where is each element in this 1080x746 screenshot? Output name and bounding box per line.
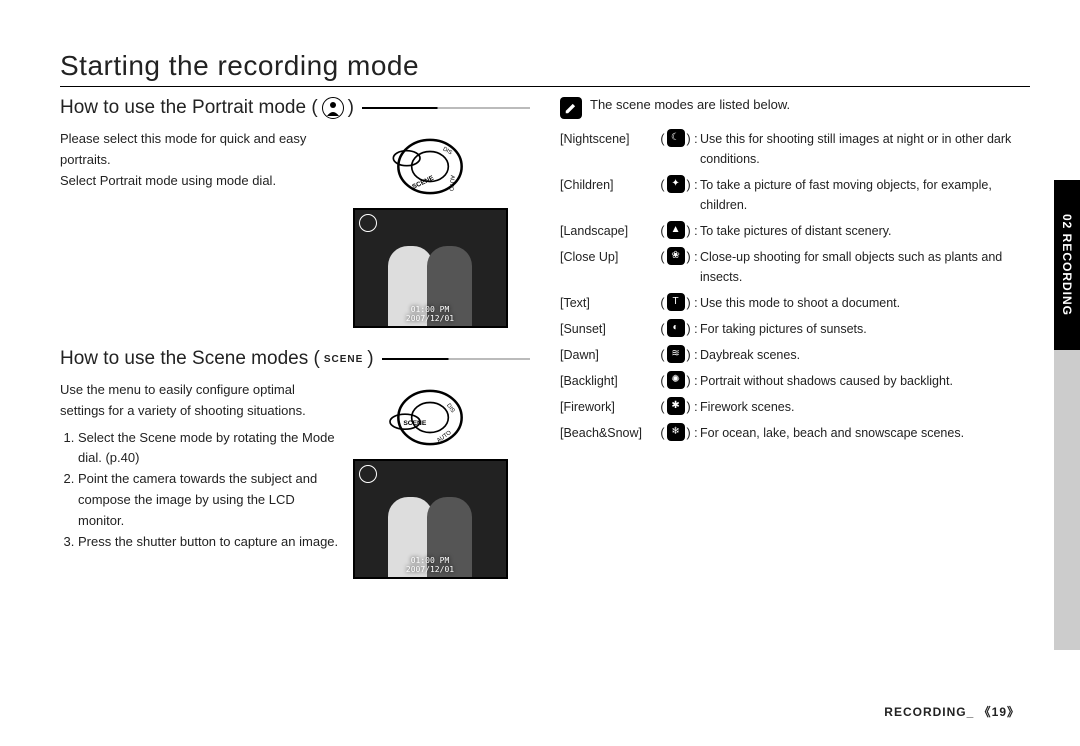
scene-icon-col: ( ❀ ) : [658, 247, 700, 287]
scene-icon-col: ( T ) : [658, 293, 700, 313]
scene-icon-col: ( ☾ ) : [658, 129, 700, 169]
scene-icon: ✱ [667, 397, 685, 415]
scene-icon: ✺ [667, 371, 685, 389]
scene-name: [Children] [560, 175, 658, 215]
scene-step-3: Press the shutter button to capture an i… [78, 532, 340, 553]
section-portrait-heading: How to use the Portrait mode ( ) [60, 97, 530, 121]
scene-name: [Firework] [560, 397, 658, 417]
heading-close: ) [348, 97, 354, 119]
scene-name: [Beach&Snow] [560, 423, 658, 443]
scene-row: [Close Up] ( ❀ ) : Close-up shooting for… [560, 247, 1030, 287]
scene-row: [Nightscene] ( ☾ ) : Use this for shooti… [560, 129, 1030, 169]
scene-mode-list: [Nightscene] ( ☾ ) : Use this for shooti… [560, 129, 1030, 443]
pencil-note-icon [560, 97, 582, 119]
scene-name: [Landscape] [560, 221, 658, 241]
footer-section: RECORDING_ [884, 705, 974, 719]
scene-icon-col: ( ▲ ) : [658, 221, 700, 241]
scene-icon: ❀ [667, 247, 685, 265]
page-footer: RECORDING_ 《19》 [884, 703, 1020, 720]
preview-timestamp: 01:00 PM 2007/12/01 [355, 305, 506, 324]
heading-close: ) [367, 348, 373, 370]
scene-icon-col: ( ≋ ) : [658, 345, 700, 365]
scene-text: Use the menu to easily configure optimal… [60, 380, 340, 579]
left-column: How to use the Portrait mode ( ) Please … [60, 97, 530, 599]
lcd-preview-scene: 01:00 PM 2007/12/01 [353, 459, 508, 579]
scene-name: [Dawn] [560, 345, 658, 365]
portrait-line1: Please select this mode for quick and ea… [60, 129, 340, 171]
mode-dial-scene-icon: SCENE DIS AUTO [385, 380, 475, 455]
scene-row: [Firework] ( ✱ ) : Firework scenes. [560, 397, 1030, 417]
portrait-line2: Select Portrait mode using mode dial. [60, 171, 340, 192]
scene-name: [Text] [560, 293, 658, 313]
scene-row: [Backlight] ( ✺ ) : Portrait without sha… [560, 371, 1030, 391]
scene-body: Use the menu to easily configure optimal… [60, 380, 530, 579]
scene-icon: ≋ [667, 345, 685, 363]
section-side-tab: 02 RECORDING [1054, 180, 1080, 350]
scene-icon: T [667, 293, 685, 311]
scene-icon: ❄ [667, 423, 685, 441]
content-columns: How to use the Portrait mode ( ) Please … [60, 97, 1030, 599]
scene-row: [Landscape] ( ▲ ) : To take pictures of … [560, 221, 1030, 241]
portrait-icon [322, 97, 344, 119]
scene-description: Firework scenes. [700, 397, 1030, 417]
scene-description: For taking pictures of sunsets. [700, 319, 1030, 339]
scene-description: To take a picture of fast moving objects… [700, 175, 1030, 215]
side-grey-strip [1054, 350, 1080, 650]
portrait-body: Please select this mode for quick and ea… [60, 129, 530, 328]
right-column: The scene modes are listed below. [Night… [560, 97, 1030, 599]
scene-description: Daybreak scenes. [700, 345, 1030, 365]
section-scene-heading: How to use the Scene modes ( SCENE ) [60, 348, 530, 372]
scene-step-2: Point the camera towards the subject and… [78, 469, 340, 531]
preview-timestamp-scene: 01:00 PM 2007/12/01 [355, 556, 506, 575]
scene-icon-col: ( ✺ ) : [658, 371, 700, 391]
scene-description: Close-up shooting for small objects such… [700, 247, 1030, 287]
heading-text: How to use the Scene modes ( [60, 348, 320, 370]
scene-icon: ☾ [667, 129, 685, 147]
scene-name: [Close Up] [560, 247, 658, 287]
scene-description: To take pictures of distant scenery. [700, 221, 1030, 241]
scene-name: [Sunset] [560, 319, 658, 339]
scene-label-icon: SCENE [324, 354, 363, 365]
scene-name: [Backlight] [560, 371, 658, 391]
footer-page: 《19》 [979, 705, 1020, 719]
note-intro-text: The scene modes are listed below. [590, 97, 790, 112]
scene-name: [Nightscene] [560, 129, 658, 169]
scene-step-1: Select the Scene mode by rotating the Mo… [78, 428, 340, 470]
scene-row: [Children] ( ✦ ) : To take a picture of … [560, 175, 1030, 215]
scene-description: Use this for shooting still images at ni… [700, 129, 1030, 169]
mode-dial-icon: DIS AUTO SCENE [385, 129, 475, 204]
portrait-text: Please select this mode for quick and ea… [60, 129, 340, 328]
manual-page: Starting the recording mode How to use t… [0, 0, 1080, 746]
scene-icon: ◐ [667, 319, 685, 337]
scene-icon-col: ( ◐ ) : [658, 319, 700, 339]
scene-description: Portrait without shadows caused by backl… [700, 371, 1030, 391]
scene-row: [Beach&Snow] ( ❄ ) : For ocean, lake, be… [560, 423, 1030, 443]
scene-row: [Text] ( T ) : Use this mode to shoot a … [560, 293, 1030, 313]
heading-text: How to use the Portrait mode ( [60, 97, 318, 119]
side-tab-label: 02 RECORDING [1060, 214, 1074, 316]
scene-icon-col: ( ✱ ) : [658, 397, 700, 417]
scene-row: [Sunset] ( ◐ ) : For taking pictures of … [560, 319, 1030, 339]
scene-intro: Use the menu to easily configure optimal… [60, 380, 340, 422]
scene-figures: SCENE DIS AUTO 01:00 PM 2007/12/01 [350, 380, 510, 579]
note-box: The scene modes are listed below. [560, 97, 1030, 119]
scene-description: Use this mode to shoot a document. [700, 293, 1030, 313]
scene-icon: ✦ [667, 175, 685, 193]
svg-text:SCENE: SCENE [403, 420, 426, 427]
portrait-figures: DIS AUTO SCENE 01:00 PM 2007/12/01 [350, 129, 510, 328]
scene-icon-col: ( ❄ ) : [658, 423, 700, 443]
scene-row: [Dawn] ( ≋ ) : Daybreak scenes. [560, 345, 1030, 365]
lcd-preview: 01:00 PM 2007/12/01 [353, 208, 508, 328]
svg-text:SCENE: SCENE [411, 175, 435, 191]
page-title: Starting the recording mode [60, 50, 1030, 87]
scene-icon-col: ( ✦ ) : [658, 175, 700, 215]
svg-text:AUTO: AUTO [447, 175, 454, 192]
scene-description: For ocean, lake, beach and snowscape sce… [700, 423, 1030, 443]
scene-icon: ▲ [667, 221, 685, 239]
